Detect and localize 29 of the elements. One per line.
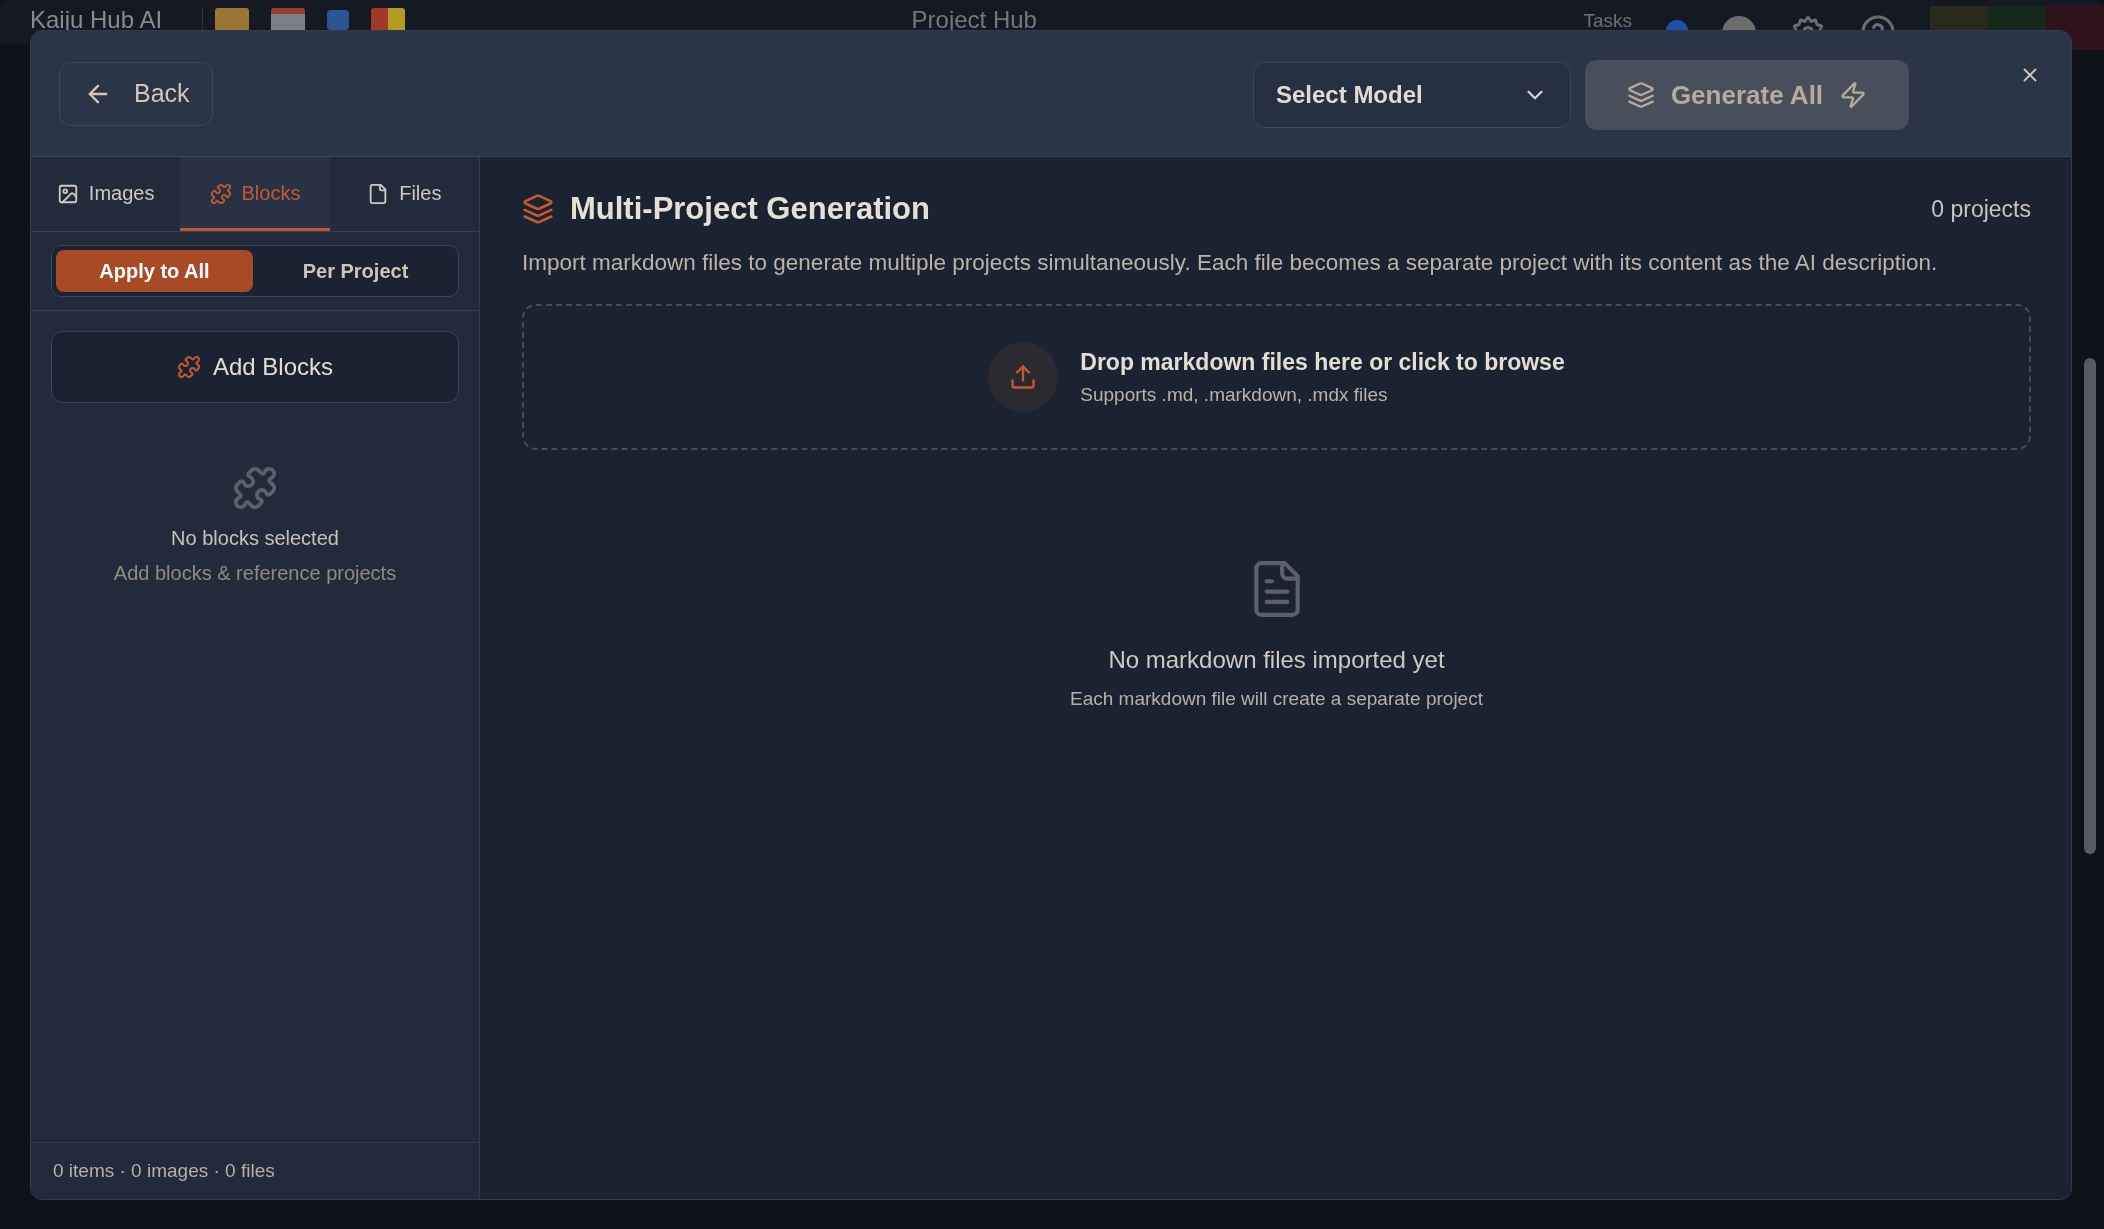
layers-icon: [1626, 81, 1655, 109]
status-text: 0 items · 0 images · 0 files: [53, 1160, 275, 1182]
add-blocks-button[interactable]: Add Blocks: [51, 331, 459, 403]
scrollbar[interactable]: [2084, 358, 2096, 854]
segment-option[interactable]: Per Project: [257, 250, 454, 292]
project-count: 0 projects: [1931, 195, 2031, 223]
image-icon: [56, 182, 79, 205]
drop-title: Drop markdown files here or click to browse: [1080, 348, 1565, 376]
empty-subtitle: Add blocks & reference projects: [113, 562, 397, 585]
segment-option[interactable]: Apply to All: [56, 250, 253, 292]
empty-subtitle: Each markdown file will create a separate project: [1070, 688, 1483, 710]
puzzle-icon: [176, 355, 201, 379]
tab[interactable]: Files: [329, 157, 479, 231]
description: Import markdown files to generate multiple projects simultaneously. Each file becomes a separate project with its content as the AI description.: [522, 249, 1939, 277]
drop-subtitle: Supports .md, .markdown, .mdx files: [1080, 383, 1389, 406]
puzzle-icon: [232, 465, 278, 511]
app-title: Kaiju Hub AI: [30, 6, 163, 34]
back-button[interactable]: Back: [59, 61, 213, 126]
model-select[interactable]: Select Model: [1253, 62, 1571, 128]
tab[interactable]: Images: [31, 157, 181, 231]
puzzle-icon: [209, 182, 232, 205]
empty-title: No blocks selected: [171, 527, 339, 550]
page-title: Multi-Project Generation: [570, 191, 930, 227]
layers-icon: [522, 193, 554, 225]
drop-zone[interactable]: Drop markdown files here or click to browse Supports .md, .markdown, .mdx files: [522, 304, 2031, 450]
select-value: Select Model: [1276, 81, 1423, 109]
empty-title: No markdown files imported yet: [1108, 646, 1445, 674]
window-title: Project Hub: [911, 6, 1037, 34]
lightning-icon: [1839, 81, 1868, 109]
